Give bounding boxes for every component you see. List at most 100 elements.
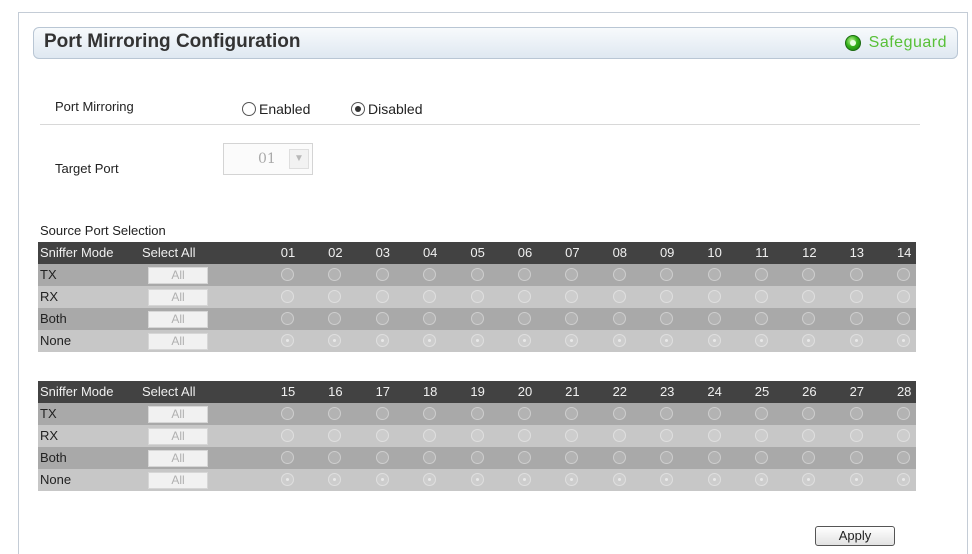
port-07-tx-radio[interactable]	[565, 268, 579, 281]
port-02-rx-radio[interactable]	[328, 290, 342, 303]
port-28-rx-radio[interactable]	[897, 429, 911, 442]
port-15-both-radio[interactable]	[281, 451, 294, 464]
port-21-both-radio[interactable]	[565, 451, 579, 464]
port-24-none-radio[interactable]	[707, 473, 721, 486]
port-14-none-radio[interactable]	[897, 334, 911, 347]
port-23-rx-radio[interactable]	[660, 429, 674, 442]
port-11-tx-radio[interactable]	[755, 268, 768, 281]
port-27-both-radio[interactable]	[849, 451, 863, 464]
port-26-rx-radio[interactable]	[802, 429, 816, 442]
select-all-rx-button[interactable]: All	[148, 428, 208, 445]
port-21-tx-radio[interactable]	[565, 407, 579, 420]
port-08-tx-radio[interactable]	[612, 268, 626, 281]
port-05-tx-radio[interactable]	[470, 268, 484, 281]
port-25-both-radio[interactable]	[755, 451, 768, 464]
port-25-tx-radio[interactable]	[755, 407, 768, 420]
port-12-both-radio[interactable]	[802, 312, 816, 325]
port-26-both-radio[interactable]	[802, 451, 816, 464]
chevron-down-icon[interactable]: ▼	[289, 149, 309, 169]
port-07-both-radio[interactable]	[565, 312, 579, 325]
port-04-rx-radio[interactable]	[423, 290, 437, 303]
port-24-rx-radio[interactable]	[707, 429, 721, 442]
select-all-none-button[interactable]: All	[148, 333, 208, 350]
select-all-both-button[interactable]: All	[148, 311, 208, 328]
port-16-both-radio[interactable]	[328, 451, 342, 464]
port-27-tx-radio[interactable]	[849, 407, 863, 420]
port-09-tx-radio[interactable]	[660, 268, 674, 281]
port-22-rx-radio[interactable]	[612, 429, 626, 442]
port-04-none-radio[interactable]	[423, 334, 437, 347]
port-13-rx-radio[interactable]	[849, 290, 863, 303]
port-19-tx-radio[interactable]	[470, 407, 484, 420]
port-22-both-radio[interactable]	[612, 451, 626, 464]
port-22-none-radio[interactable]	[612, 473, 626, 486]
port-06-tx-radio[interactable]	[518, 268, 531, 281]
port-01-both-radio[interactable]	[281, 312, 294, 325]
port-03-none-radio[interactable]	[375, 334, 389, 347]
port-05-rx-radio[interactable]	[470, 290, 484, 303]
port-17-none-radio[interactable]	[375, 473, 389, 486]
port-25-none-radio[interactable]	[755, 473, 768, 486]
port-16-tx-radio[interactable]	[328, 407, 342, 420]
port-03-rx-radio[interactable]	[375, 290, 389, 303]
port-18-both-radio[interactable]	[423, 451, 437, 464]
radio-disabled[interactable]: Disabled	[351, 101, 422, 117]
port-13-none-radio[interactable]	[849, 334, 863, 347]
port-01-rx-radio[interactable]	[281, 290, 294, 303]
port-15-rx-radio[interactable]	[281, 429, 294, 442]
port-27-none-radio[interactable]	[849, 473, 863, 486]
port-12-rx-radio[interactable]	[802, 290, 816, 303]
port-09-both-radio[interactable]	[660, 312, 674, 325]
port-26-none-radio[interactable]	[802, 473, 816, 486]
port-24-both-radio[interactable]	[707, 451, 721, 464]
port-25-rx-radio[interactable]	[755, 429, 768, 442]
port-07-rx-radio[interactable]	[565, 290, 579, 303]
port-20-rx-radio[interactable]	[518, 429, 531, 442]
port-20-none-radio[interactable]	[518, 473, 531, 486]
port-19-rx-radio[interactable]	[470, 429, 484, 442]
port-23-both-radio[interactable]	[660, 451, 674, 464]
target-port-select[interactable]: 01 ▼	[223, 143, 313, 175]
port-12-tx-radio[interactable]	[802, 268, 816, 281]
port-03-tx-radio[interactable]	[375, 268, 389, 281]
select-all-tx-button[interactable]: All	[148, 406, 208, 423]
port-13-both-radio[interactable]	[849, 312, 863, 325]
port-20-both-radio[interactable]	[518, 451, 531, 464]
port-26-tx-radio[interactable]	[802, 407, 816, 420]
port-20-tx-radio[interactable]	[518, 407, 531, 420]
port-02-tx-radio[interactable]	[328, 268, 342, 281]
port-03-both-radio[interactable]	[375, 312, 389, 325]
port-10-none-radio[interactable]	[707, 334, 721, 347]
port-10-both-radio[interactable]	[707, 312, 721, 325]
port-28-tx-radio[interactable]	[897, 407, 911, 420]
port-06-none-radio[interactable]	[518, 334, 531, 347]
port-22-tx-radio[interactable]	[612, 407, 626, 420]
port-02-none-radio[interactable]	[328, 334, 342, 347]
port-09-rx-radio[interactable]	[660, 290, 674, 303]
port-27-rx-radio[interactable]	[849, 429, 863, 442]
port-18-tx-radio[interactable]	[423, 407, 437, 420]
port-06-both-radio[interactable]	[518, 312, 531, 325]
port-04-both-radio[interactable]	[423, 312, 437, 325]
port-16-none-radio[interactable]	[328, 473, 342, 486]
port-11-none-radio[interactable]	[755, 334, 768, 347]
port-08-both-radio[interactable]	[612, 312, 626, 325]
port-08-rx-radio[interactable]	[612, 290, 626, 303]
port-05-both-radio[interactable]	[470, 312, 484, 325]
select-all-tx-button[interactable]: All	[148, 267, 208, 284]
radio-disabled-icon[interactable]	[351, 102, 365, 116]
port-17-rx-radio[interactable]	[375, 429, 389, 442]
port-19-none-radio[interactable]	[470, 473, 484, 486]
select-all-none-button[interactable]: All	[148, 472, 208, 489]
port-01-none-radio[interactable]	[281, 334, 294, 347]
port-28-both-radio[interactable]	[897, 451, 911, 464]
port-15-none-radio[interactable]	[281, 473, 294, 486]
port-19-both-radio[interactable]	[470, 451, 484, 464]
port-21-rx-radio[interactable]	[565, 429, 579, 442]
port-21-none-radio[interactable]	[565, 473, 579, 486]
port-05-none-radio[interactable]	[470, 334, 484, 347]
port-01-tx-radio[interactable]	[281, 268, 294, 281]
port-23-none-radio[interactable]	[660, 473, 674, 486]
port-23-tx-radio[interactable]	[660, 407, 674, 420]
select-all-rx-button[interactable]: All	[148, 289, 208, 306]
